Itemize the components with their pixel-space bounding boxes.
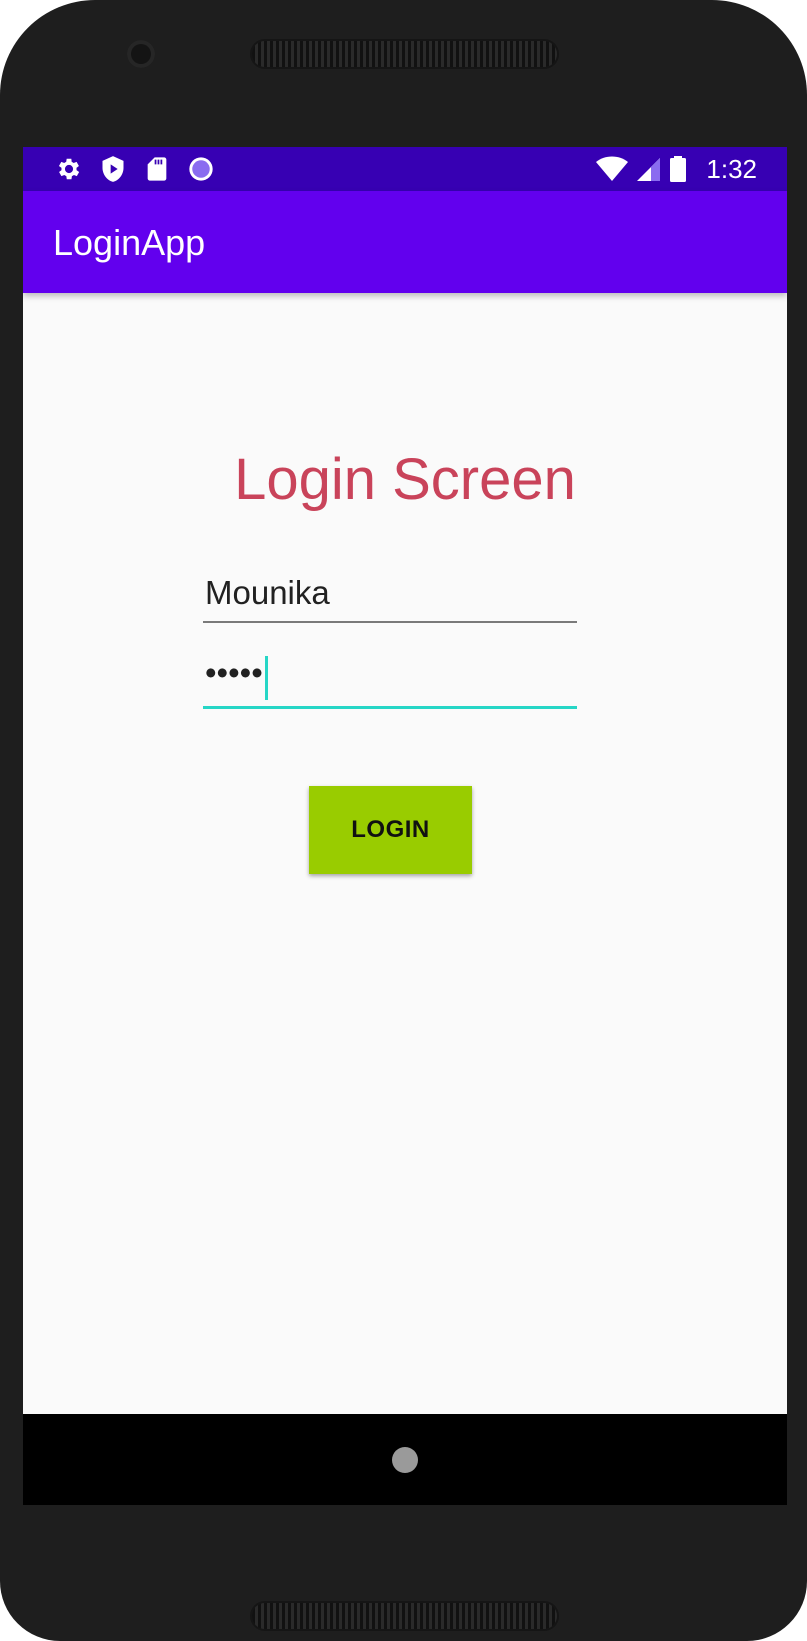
password-field[interactable]: ••••• xyxy=(203,653,577,709)
username-field[interactable]: Mounika xyxy=(203,573,577,623)
device-screen: 1:32 LoginApp Login Screen Mounika •••••… xyxy=(23,147,787,1505)
wifi-icon xyxy=(595,155,629,183)
login-heading: Login Screen xyxy=(234,447,576,512)
bottom-speaker xyxy=(252,1603,557,1629)
app-bar: LoginApp xyxy=(23,191,787,293)
sd-card-icon xyxy=(143,155,171,183)
app-title: LoginApp xyxy=(53,222,206,263)
gear-icon xyxy=(55,155,83,183)
login-form: Login Screen Mounika ••••• LOGIN xyxy=(23,293,787,1414)
front-camera xyxy=(127,40,155,68)
login-button[interactable]: LOGIN xyxy=(309,786,472,874)
navigation-bar xyxy=(23,1414,787,1505)
top-speaker xyxy=(252,41,557,67)
text-cursor xyxy=(264,655,268,700)
sync-circle-icon xyxy=(187,155,215,183)
play-shield-icon xyxy=(99,155,127,183)
signal-icon xyxy=(635,155,661,183)
battery-icon xyxy=(669,155,687,183)
clock-time: 1:32 xyxy=(706,154,757,184)
status-bar: 1:32 xyxy=(23,147,787,191)
phone-frame: 1:32 LoginApp Login Screen Mounika •••••… xyxy=(0,0,807,1641)
home-icon[interactable] xyxy=(392,1447,418,1473)
password-value: ••••• xyxy=(205,654,263,691)
username-value: Mounika xyxy=(205,574,330,611)
